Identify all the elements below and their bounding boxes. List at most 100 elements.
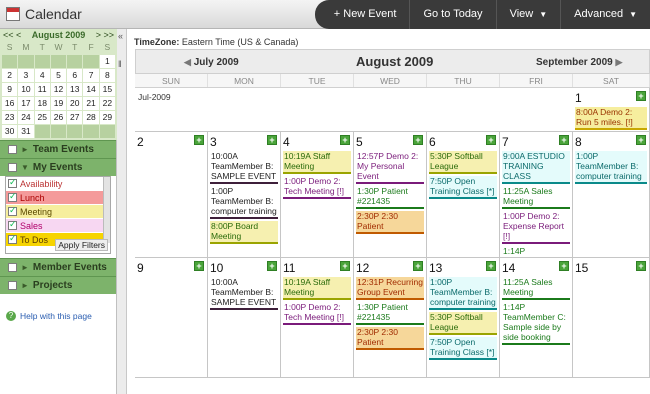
add-event-icon[interactable]: + <box>194 261 204 271</box>
add-event-icon[interactable]: + <box>636 135 646 145</box>
member-events-checkbox[interactable] <box>8 263 17 272</box>
day-number[interactable]: 14 <box>502 261 515 275</box>
mini-calendar-day[interactable]: 10 <box>18 83 34 96</box>
mini-calendar-day[interactable]: 23 <box>2 111 18 124</box>
collapse-panel-bar[interactable]: « ‖ <box>117 29 127 394</box>
help-link[interactable]: ? Help with this page <box>6 311 92 321</box>
day-number[interactable]: 8 <box>575 135 582 149</box>
day-cell[interactable]: 12 +12:31P Recurring Group Event 1:30P Pat… <box>354 258 427 377</box>
day-number[interactable]: 15 <box>575 261 588 275</box>
mini-calendar-day[interactable]: 18 <box>34 97 50 110</box>
day-cell[interactable]: 6 +5:30P Softball League 7:50P Open Traini… <box>427 132 500 257</box>
next-month-link[interactable]: September 2009 ▶ <box>536 57 622 68</box>
projects-checkbox[interactable] <box>8 281 17 290</box>
calendar-event[interactable]: 1:00P Demo 2: Tech Meeting [!] <box>283 176 351 199</box>
apply-filters-button[interactable]: Apply Filters <box>55 239 108 251</box>
calendar-event[interactable]: 5:30P Softball League <box>429 151 497 174</box>
mini-calendar-day[interactable]: 24 <box>18 111 34 124</box>
mini-calendar-day[interactable]: 31 <box>18 125 34 138</box>
day-number[interactable]: 7 <box>502 135 509 149</box>
day-cell[interactable]: 8 +1:00P TeamMember B: computer training <box>573 132 650 257</box>
day-cell[interactable]: 11 +10:19A Staff Meeting 1:00P Demo 2: Tec… <box>281 258 354 377</box>
calendar-event[interactable]: 2:30P 2:30 Patient <box>356 211 424 234</box>
add-event-icon[interactable]: + <box>486 261 496 271</box>
expand-icon[interactable]: ► <box>21 281 29 290</box>
mini-calendar-day[interactable]: 5 <box>50 69 67 82</box>
calendar-event[interactable]: 8:00A Demo 2: Run 5 miles. [!] <box>575 107 647 130</box>
my-events-section[interactable]: ▼ My Events <box>0 158 116 176</box>
mini-calendar-day[interactable]: 12 <box>50 83 67 96</box>
add-event-icon[interactable]: + <box>486 135 496 145</box>
collapse-icon[interactable]: ▼ <box>21 163 29 172</box>
calendar-event[interactable]: 1:00P TeamMember B: computer training <box>429 277 497 310</box>
expand-icon[interactable]: ► <box>21 145 29 154</box>
day-cell[interactable]: 3 +10:00A TeamMember B: SAMPLE EVENT 1:00P… <box>208 132 281 257</box>
mini-calendar-day[interactable]: 8 <box>99 69 115 82</box>
mini-calendar-day[interactable]: 19 <box>50 97 67 110</box>
calendar-event[interactable]: 1:00P TeamMember B: computer training <box>210 186 278 219</box>
collapse-arrow-icon[interactable]: « <box>118 31 123 41</box>
calendar-event[interactable]: 1:14P TeamMember C: Sample side by side … <box>502 302 570 345</box>
calendar-event[interactable]: 1:00P Demo 2: Tech Meeting [!] <box>283 302 351 325</box>
team-events-checkbox[interactable] <box>8 145 17 154</box>
filter-checkbox[interactable] <box>8 177 17 188</box>
mini-calendar-day[interactable]: 1 <box>99 55 115 68</box>
mini-calendar-day[interactable]: 16 <box>2 97 18 110</box>
day-number[interactable]: 1 <box>575 91 582 105</box>
mini-calendar-day[interactable]: 14 <box>83 83 99 96</box>
mini-calendar-day[interactable]: 7 <box>83 69 99 82</box>
day-cell[interactable]: 5 +12:57P Demo 2: My Personal Event 1:30P … <box>354 132 427 257</box>
mini-calendar-day[interactable]: 2 <box>2 69 18 82</box>
calendar-event[interactable]: 10:19A Staff Meeting <box>283 151 351 174</box>
mini-calendar-day[interactable]: 29 <box>99 111 115 124</box>
calendar-event[interactable]: 12:31P Recurring Group Event <box>356 277 424 300</box>
calendar-event[interactable]: 5:30P Softball League <box>429 312 497 335</box>
mini-calendar-day[interactable]: 28 <box>83 111 99 124</box>
day-cell[interactable] <box>208 88 281 131</box>
calendar-event[interactable]: 10:19A Staff Meeting <box>283 277 351 300</box>
day-number[interactable]: 4 <box>283 135 290 149</box>
add-event-icon[interactable]: + <box>636 261 646 271</box>
add-event-icon[interactable]: + <box>413 261 423 271</box>
advanced-menu-button[interactable]: Advanced ▼ <box>560 0 650 29</box>
mini-calendar-day[interactable]: 20 <box>67 97 83 110</box>
day-cell[interactable]: 4 +10:19A Staff Meeting 1:00P Demo 2: Tech… <box>281 132 354 257</box>
calendar-event[interactable]: 1:14P TeamMember C: Sample side by side … <box>502 246 570 257</box>
filter-checkbox[interactable] <box>8 191 17 202</box>
filter-item[interactable]: Sales <box>6 219 106 233</box>
calendar-event[interactable]: 7:50P Open Training Class [*] <box>429 176 497 199</box>
filters-scrollbar[interactable] <box>103 177 110 243</box>
day-cell[interactable] <box>427 88 500 131</box>
filter-checkbox[interactable] <box>8 233 17 244</box>
calendar-event[interactable]: 11:25A Sales Meeting <box>502 277 570 300</box>
new-event-button[interactable]: + New Event <box>321 0 410 29</box>
add-event-icon[interactable]: + <box>636 91 646 101</box>
mini-calendar-day[interactable]: 4 <box>34 69 50 82</box>
calendar-event[interactable]: 1:30P Patient #221435 <box>356 186 424 209</box>
day-number[interactable]: 2 <box>137 135 144 149</box>
day-number[interactable]: 9 <box>137 261 144 275</box>
day-number[interactable]: 6 <box>429 135 436 149</box>
day-number[interactable]: 5 <box>356 135 363 149</box>
calendar-event[interactable]: 11:25A Sales Meeting <box>502 186 570 209</box>
calendar-event[interactable]: 9:00A ESTUDIO TRAINING CLASS <box>502 151 570 184</box>
projects-section[interactable]: ► Projects <box>0 276 116 294</box>
day-number[interactable]: 12 <box>356 261 369 275</box>
mini-calendar-day[interactable]: 15 <box>99 83 115 96</box>
add-event-icon[interactable]: + <box>194 135 204 145</box>
mini-calendar-day[interactable]: 27 <box>67 111 83 124</box>
mini-calendar-day[interactable]: 21 <box>83 97 99 110</box>
calendar-event[interactable]: 8:00P Board Meeting <box>210 221 278 244</box>
calendar-event[interactable]: 1:00P Demo 2: Expense Report [!] <box>502 211 570 244</box>
expand-icon[interactable]: ► <box>21 263 29 272</box>
mini-calendar-day[interactable]: 3 <box>18 69 34 82</box>
day-number[interactable]: 13 <box>429 261 442 275</box>
mini-calendar-day[interactable]: 17 <box>18 97 34 110</box>
day-cell[interactable] <box>281 88 354 131</box>
mini-calendar-day[interactable]: 13 <box>67 83 83 96</box>
add-event-icon[interactable]: + <box>267 135 277 145</box>
day-cell[interactable] <box>354 88 427 131</box>
day-cell[interactable]: Jul-2009 <box>135 88 208 131</box>
mini-calendar-next[interactable]: > >> <box>96 30 114 40</box>
member-events-section[interactable]: ► Member Events <box>0 258 116 276</box>
